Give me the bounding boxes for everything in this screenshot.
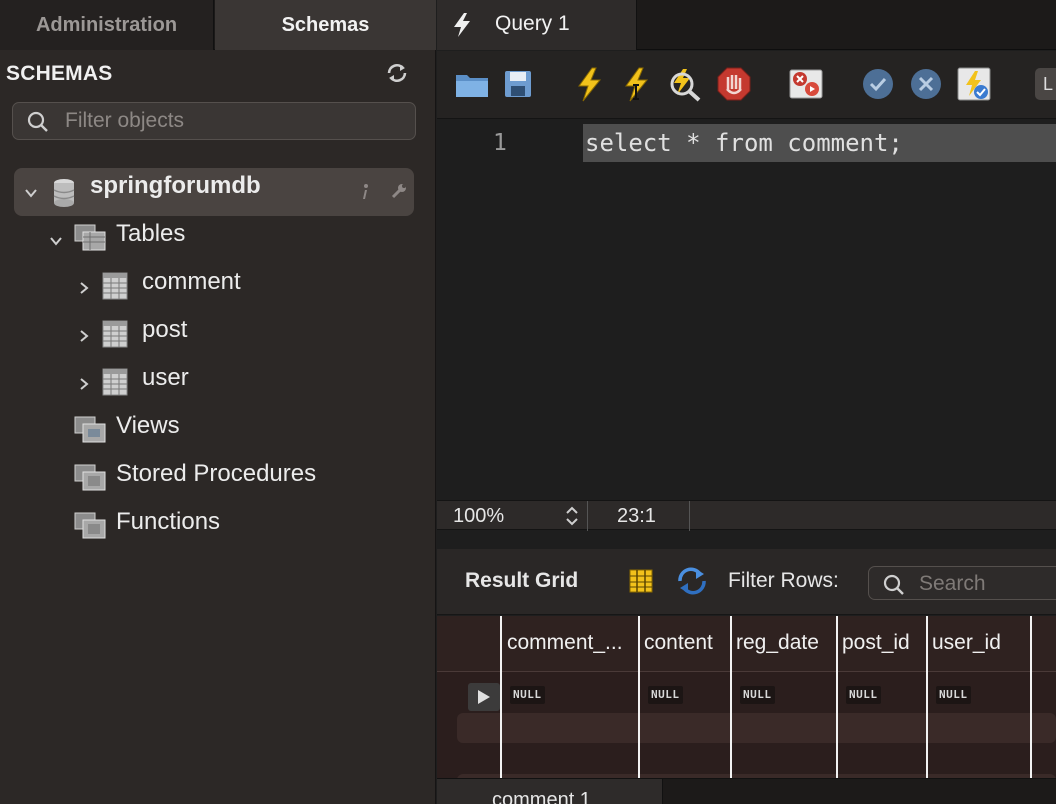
- cursor-position: 23:1: [617, 505, 656, 527]
- search-icon: [883, 574, 904, 595]
- filter-objects-input[interactable]: [65, 107, 405, 135]
- sidebar: Administration Schemas SCHEMAS springfor…: [0, 0, 436, 804]
- tree-item-views[interactable]: Views: [116, 412, 180, 440]
- search-icon: [27, 111, 48, 132]
- column-divider: [1030, 616, 1032, 778]
- refresh-icon[interactable]: [385, 62, 409, 84]
- main-pane: Query 1 L 1 select * from comment; 100% …: [437, 0, 1056, 804]
- chevron-right-icon[interactable]: [77, 377, 91, 391]
- column-header[interactable]: content: [644, 631, 713, 655]
- toggle-error-icon[interactable]: [787, 65, 825, 103]
- tree-item-table[interactable]: post: [142, 316, 187, 344]
- save-icon[interactable]: [499, 65, 537, 103]
- grid-header: comment_... content reg_date post_id use…: [437, 616, 1056, 672]
- info-icon[interactable]: [360, 182, 370, 202]
- execute-current-icon[interactable]: [617, 65, 655, 103]
- column-divider: [730, 616, 732, 778]
- filter-rows-label: Filter Rows:: [728, 569, 839, 592]
- tab-query-1[interactable]: Query 1: [437, 0, 637, 50]
- chevron-right-icon[interactable]: [77, 281, 91, 295]
- stored-procedures-group-icon: [74, 464, 106, 491]
- null-cell[interactable]: NULL: [510, 686, 545, 704]
- tree-item-database[interactable]: springforumdb: [14, 168, 414, 216]
- tab-schemas[interactable]: Schemas: [215, 0, 436, 50]
- functions-group-icon: [74, 512, 106, 539]
- table-icon: [102, 272, 128, 300]
- commit-icon[interactable]: [859, 65, 897, 103]
- column-divider: [500, 616, 502, 778]
- null-cell[interactable]: NULL: [936, 686, 971, 704]
- wrench-icon[interactable]: [390, 182, 408, 200]
- splitter[interactable]: [437, 531, 1056, 549]
- divider: [689, 501, 690, 531]
- refresh-results-icon[interactable]: [675, 567, 709, 595]
- stepper-icon[interactable]: [563, 504, 581, 528]
- section-title: SCHEMAS: [6, 62, 113, 85]
- database-name: springforumdb: [90, 172, 261, 199]
- tree-item-table[interactable]: user: [142, 364, 189, 392]
- sql-code[interactable]: select * from comment;: [585, 129, 903, 157]
- filter-rows-box: [868, 566, 1056, 600]
- lightning-icon: [454, 13, 470, 37]
- chevron-down-icon[interactable]: [24, 186, 38, 200]
- tree-item-stored-procedures[interactable]: Stored Procedures: [116, 460, 316, 488]
- column-divider: [638, 616, 640, 778]
- stop-icon[interactable]: [715, 65, 753, 103]
- sql-editor[interactable]: 1 select * from comment;: [437, 120, 1056, 500]
- query-tab-bar: Query 1: [437, 0, 1056, 50]
- rollback-icon[interactable]: [907, 65, 945, 103]
- line-number: 1: [493, 130, 507, 156]
- execute-icon[interactable]: [570, 65, 608, 103]
- result-tab-label: comment 1: [492, 789, 591, 804]
- tree-item-functions[interactable]: Functions: [116, 508, 220, 536]
- table-icon: [102, 368, 128, 396]
- query-tab-label: Query 1: [495, 12, 570, 35]
- chevron-right-icon[interactable]: [77, 329, 91, 343]
- column-header[interactable]: reg_date: [736, 631, 819, 655]
- result-toolbar: Result Grid Filter Rows:: [437, 549, 1056, 615]
- open-file-icon[interactable]: [453, 65, 491, 103]
- column-divider: [926, 616, 928, 778]
- column-header[interactable]: post_id: [842, 631, 910, 655]
- editor-status-bar: 100% 23:1: [437, 500, 1056, 531]
- zoom-level[interactable]: 100%: [453, 505, 504, 528]
- null-cell[interactable]: NULL: [648, 686, 683, 704]
- chevron-down-icon[interactable]: [49, 234, 63, 248]
- filter-rows-input[interactable]: [919, 571, 1056, 597]
- null-cell[interactable]: NULL: [846, 686, 881, 704]
- tables-group-icon: [74, 224, 106, 251]
- current-row-marker[interactable]: [468, 683, 500, 711]
- tree-item-table[interactable]: comment: [142, 268, 241, 296]
- play-icon: [478, 690, 490, 704]
- grid-view-icon[interactable]: [628, 568, 654, 594]
- result-grid-title[interactable]: Result Grid: [465, 569, 578, 593]
- tree-item-tables[interactable]: Tables: [116, 220, 185, 248]
- column-header[interactable]: comment_...: [507, 631, 623, 655]
- sidebar-tabs: Administration Schemas: [0, 0, 436, 50]
- result-grid: comment_... content reg_date post_id use…: [437, 616, 1056, 778]
- editor-toolbar: L: [437, 51, 1056, 119]
- autocommit-icon[interactable]: [955, 65, 993, 103]
- filter-objects-box: [12, 102, 416, 140]
- tab-result[interactable]: comment 1: [437, 779, 663, 804]
- empty-row: [457, 713, 1056, 743]
- divider: [587, 501, 588, 531]
- views-group-icon: [74, 416, 106, 443]
- database-icon: [53, 179, 75, 207]
- column-header[interactable]: user_id: [932, 631, 1001, 655]
- result-tabs: comment 1: [437, 778, 1056, 804]
- explain-icon[interactable]: [665, 65, 703, 103]
- null-cell[interactable]: NULL: [740, 686, 775, 704]
- table-icon: [102, 320, 128, 348]
- current-line-highlight: select * from comment;: [583, 124, 1056, 162]
- tab-administration[interactable]: Administration: [0, 0, 214, 50]
- limit-rows-select[interactable]: L: [1035, 68, 1056, 100]
- column-divider: [836, 616, 838, 778]
